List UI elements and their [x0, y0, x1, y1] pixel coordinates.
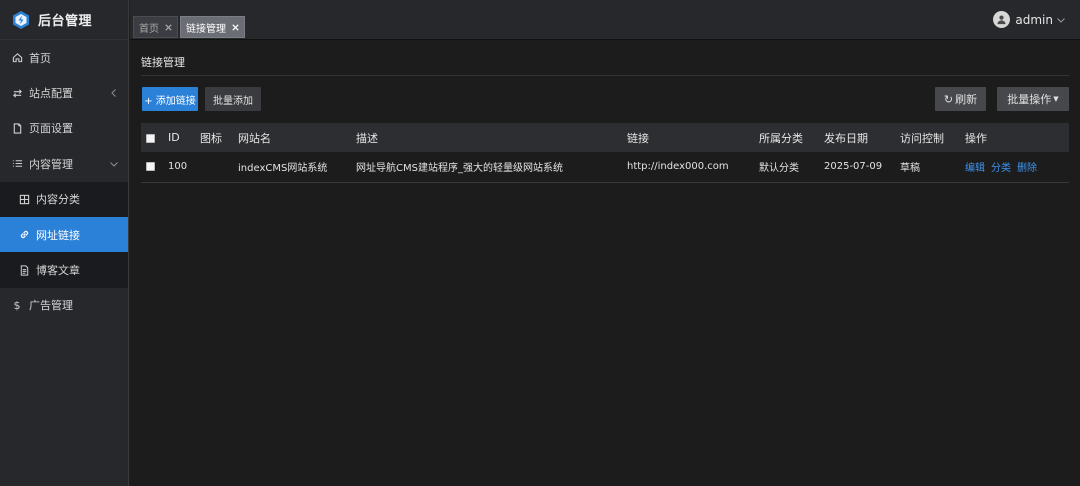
page-title: 链接管理	[141, 56, 185, 69]
cell-description: 网址导航CMS建站程序_强大的轻量级网站系统	[356, 152, 627, 183]
sidebar-item-label: 内容管理	[29, 157, 73, 171]
cell-icon	[200, 152, 238, 183]
batch-add-button[interactable]: 批量添加	[205, 87, 261, 111]
sidebar-item-site-config[interactable]: 站点配置	[0, 75, 128, 110]
column-header: 操作	[965, 123, 1069, 152]
column-header: 网站名	[238, 123, 356, 152]
home-icon	[11, 52, 23, 64]
sidebar: 后台管理 首页 站点配置 页面设置 内容管理 内容分类 网址链接 博客文章 $ …	[0, 0, 129, 486]
cell-date: 2025-07-09	[824, 152, 900, 183]
list-icon	[11, 158, 23, 170]
main-content: 链接管理 + 添加链接 批量添加 ↻ 刷新 批量操作 ▼ ID 图标 网站名 描…	[130, 41, 1080, 486]
column-header[interactable]: ID	[168, 123, 200, 152]
sidebar-item-label: 首页	[29, 51, 51, 65]
logo-icon	[13, 10, 29, 29]
add-link-button[interactable]: + 添加链接	[142, 87, 198, 111]
caret-down-icon: ▼	[1053, 95, 1059, 103]
tab-label: 首页	[139, 23, 159, 35]
select-all-cell	[141, 123, 168, 152]
sidebar-item-links[interactable]: 网址链接	[0, 216, 128, 253]
cell-url: http://index000.com	[627, 152, 759, 183]
document-icon	[18, 264, 30, 276]
user-icon	[997, 15, 1007, 25]
sidebar-item-label: 站点配置	[29, 87, 73, 101]
sidebar-item-label: 博客文章	[36, 264, 80, 278]
column-header: 描述	[356, 123, 627, 152]
batch-operations-label: 批量操作	[1007, 93, 1052, 106]
cell-id: 100	[168, 152, 200, 183]
file-icon	[11, 122, 23, 134]
select-all-checkbox[interactable]	[146, 133, 155, 143]
sidebar-item-home[interactable]: 首页	[0, 40, 128, 75]
dollar-icon: $	[13, 298, 21, 312]
sidebar-item-categories[interactable]: 内容分类	[0, 182, 128, 217]
sidebar-item-blog[interactable]: 博客文章	[0, 252, 128, 287]
tab-home[interactable]: 首页	[133, 16, 178, 38]
close-icon[interactable]	[164, 23, 173, 32]
divider	[141, 75, 1069, 76]
close-icon[interactable]	[231, 23, 240, 32]
cell-site-name: indexCMS网站系统	[238, 152, 356, 183]
table-row: 100 indexCMS网站系统 网址导航CMS建站程序_强大的轻量级网站系统 …	[141, 152, 1069, 183]
row-select-cell	[141, 152, 168, 183]
user-menu[interactable]: admin	[993, 11, 1066, 28]
sidebar-menu-bottom: $ 广告管理	[0, 288, 128, 323]
chevron-left-icon	[111, 89, 116, 97]
sidebar-submenu: 内容分类 网址链接 博客文章	[0, 181, 128, 288]
chevron-down-icon	[110, 162, 118, 167]
sidebar-item-label: 页面设置	[29, 122, 73, 136]
refresh-icon: ↻	[943, 92, 954, 106]
sidebar-item-label: 内容分类	[36, 193, 80, 207]
avatar	[993, 11, 1011, 28]
sidebar-item-label: 网址链接	[36, 228, 80, 242]
edit-link[interactable]: 编辑	[965, 163, 985, 174]
refresh-label: 刷新	[955, 93, 978, 106]
column-header: 链接	[627, 123, 759, 152]
column-header: 访问控制	[900, 123, 965, 152]
link-icon	[18, 229, 30, 241]
sidebar-item-ads[interactable]: $ 广告管理	[0, 288, 128, 323]
table-header-row: ID 图标 网站名 描述 链接 所属分类 发布日期 访问控制 操作	[141, 123, 1069, 152]
logo[interactable]: 后台管理	[0, 0, 128, 40]
category-link[interactable]: 分类	[991, 163, 1011, 174]
tab-bar: 首页 链接管理	[133, 16, 245, 38]
delete-link[interactable]: 删除	[1017, 163, 1037, 174]
cell-actions: 编辑 分类 删除	[965, 152, 1069, 183]
tab-label: 链接管理	[186, 23, 226, 35]
column-header: 发布日期	[824, 123, 900, 152]
chevron-down-icon	[1057, 17, 1065, 23]
sidebar-item-page-settings[interactable]: 页面设置	[0, 111, 128, 146]
swap-icon	[11, 87, 23, 99]
column-header: 所属分类	[759, 123, 824, 152]
links-table: ID 图标 网站名 描述 链接 所属分类 发布日期 访问控制 操作 100 in…	[141, 123, 1069, 183]
tab-link-management[interactable]: 链接管理	[180, 16, 245, 38]
sidebar-menu: 首页 站点配置 页面设置 内容管理	[0, 40, 128, 182]
cell-access: 草稿	[900, 152, 965, 183]
topbar: 首页 链接管理 admin	[130, 0, 1080, 40]
app-title: 后台管理	[38, 14, 93, 29]
cell-category: 默认分类	[759, 152, 824, 183]
user-name: admin	[1015, 12, 1053, 27]
sidebar-item-content[interactable]: 内容管理	[0, 146, 128, 181]
grid-icon	[18, 193, 30, 205]
column-header: 图标	[200, 123, 238, 152]
refresh-button[interactable]: ↻ 刷新	[935, 87, 986, 111]
batch-operations-button[interactable]: 批量操作 ▼	[997, 87, 1069, 111]
sidebar-item-label: 广告管理	[29, 299, 73, 313]
row-checkbox[interactable]	[146, 161, 155, 171]
